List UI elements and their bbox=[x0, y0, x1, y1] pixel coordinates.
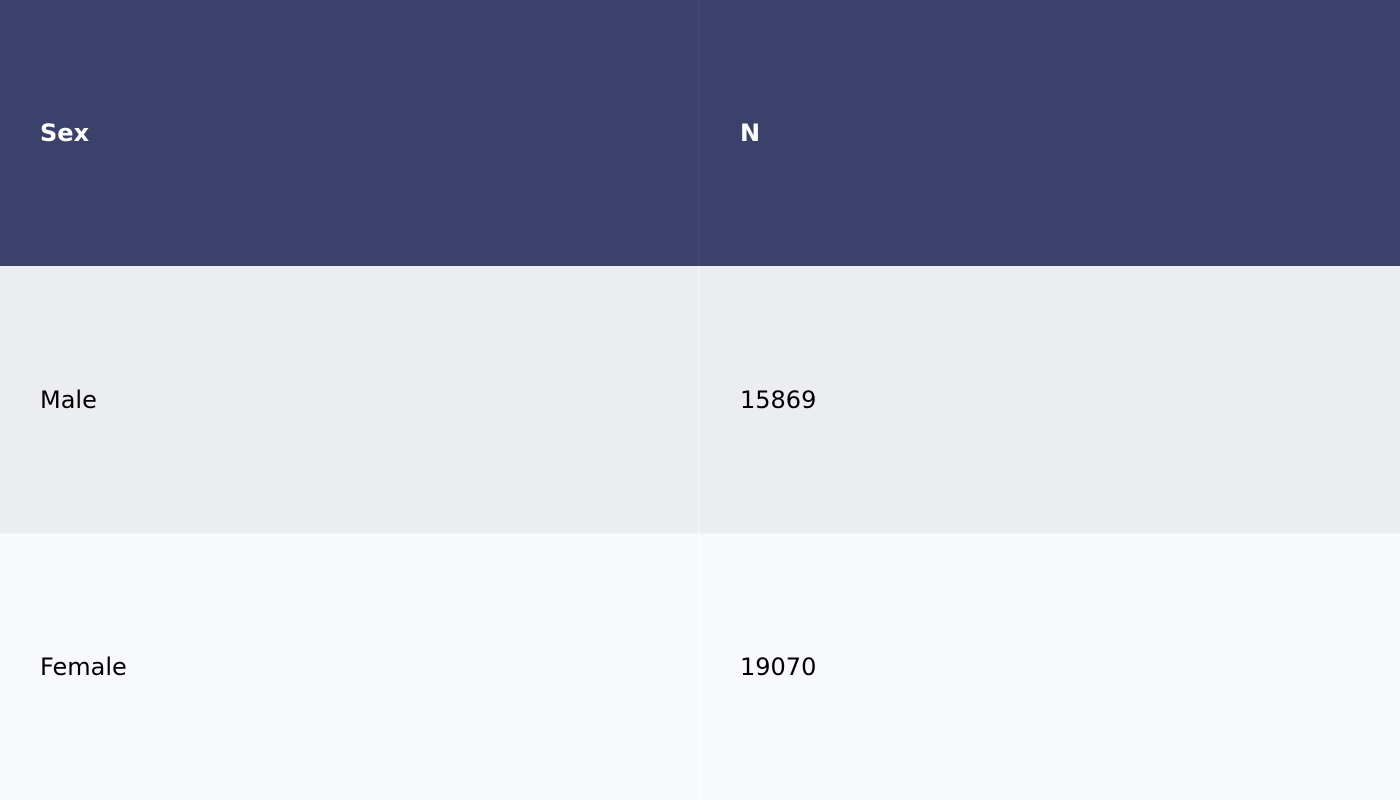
column-header-n: N bbox=[700, 0, 1400, 266]
column-header-sex: Sex bbox=[0, 0, 700, 266]
data-table: Sex N Male 15869 Female 19070 bbox=[0, 0, 1400, 800]
table-cell-sex: Female bbox=[0, 533, 700, 800]
table-cell-n: 19070 bbox=[700, 533, 1400, 800]
table-cell-n: 15869 bbox=[700, 266, 1400, 533]
table-cell-sex: Male bbox=[0, 266, 700, 533]
